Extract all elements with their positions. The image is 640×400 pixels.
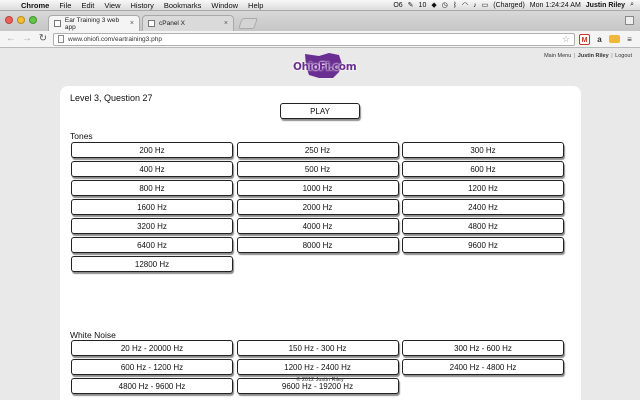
tone-button[interactable]: 1200 Hz: [402, 180, 564, 196]
noise-band-button[interactable]: 2400 Hz - 4800 Hz: [402, 359, 564, 375]
tone-button[interactable]: 250 Hz: [236, 142, 399, 158]
page-footer: © 2012 Justin Riley: [296, 377, 344, 383]
tones-heading: Tones: [70, 131, 93, 141]
tone-button[interactable]: 12800 Hz: [71, 256, 233, 272]
evernote-icon[interactable]: ✎: [408, 1, 414, 9]
question-title: Level 3, Question 27: [70, 93, 153, 103]
battery-icon[interactable]: ▭: [482, 1, 489, 9]
status-o6-label[interactable]: O6: [393, 2, 402, 9]
spotlight-icon[interactable]: ⌕: [630, 1, 634, 9]
tone-button[interactable]: 1000 Hz: [236, 180, 399, 196]
window-controls: [5, 16, 37, 24]
tone-button[interactable]: 300 Hz: [402, 142, 564, 158]
wifi-icon[interactable]: ◠: [462, 1, 468, 9]
noise-band-button[interactable]: 150 Hz - 300 Hz: [236, 340, 399, 356]
menu-view[interactable]: View: [99, 1, 125, 10]
tone-button[interactable]: 600 Hz: [402, 161, 564, 177]
menubar-clock[interactable]: Mon 1:24:24 AM: [530, 2, 581, 9]
main-menu-link[interactable]: Main Menu: [544, 53, 571, 59]
tab-title: Ear Training 3 web app: [64, 16, 120, 31]
zoom-window-button[interactable]: [29, 16, 37, 24]
tone-button[interactable]: 6400 Hz: [71, 237, 233, 253]
menu-history[interactable]: History: [126, 1, 159, 10]
menu-file[interactable]: File: [54, 1, 76, 10]
quiz-card: Level 3, Question 27 PLAY Tones 200 Hz 25…: [60, 86, 581, 400]
menu-edit[interactable]: Edit: [76, 1, 99, 10]
gmail-extension-icon[interactable]: M: [579, 33, 590, 45]
browser-tab-strip: Ear Training 3 web app × cPanel X ×: [0, 11, 640, 31]
status-tray: O6 ✎ 10 ◆ ◷ ᛒ ◠ ♪ ▭ (Charged) Mon 1:24:2…: [393, 1, 640, 9]
tone-button[interactable]: 9600 Hz: [402, 237, 564, 253]
tone-button[interactable]: 500 Hz: [236, 161, 399, 177]
menu-help[interactable]: Help: [243, 1, 268, 10]
address-bar[interactable]: www.ohiofi.com/eartraining3.php ☆: [53, 32, 575, 46]
wrench-menu-icon[interactable]: ≡: [624, 34, 635, 45]
tone-button[interactable]: 8000 Hz: [236, 237, 399, 253]
tones-button-grid: 200 Hz 250 Hz 300 Hz 400 Hz 500 Hz 600 Hz 800 …: [71, 142, 564, 272]
bookmark-star-icon[interactable]: ☆: [562, 34, 570, 45]
bluetooth-icon[interactable]: ᛒ: [453, 2, 457, 9]
nav-separator: |: [611, 53, 613, 59]
volume-icon[interactable]: ♪: [473, 2, 477, 9]
noise-band-button[interactable]: 20 Hz - 20000 Hz: [71, 340, 233, 356]
new-tab-button[interactable]: [237, 18, 259, 29]
noise-band-button[interactable]: 1200 Hz - 2400 Hz: [236, 359, 399, 375]
battery-status-label[interactable]: (Charged): [493, 2, 525, 9]
folder-extension-icon[interactable]: [609, 35, 620, 43]
browser-toolbar: ← → ↻ www.ohiofi.com/eartraining3.php ☆ …: [0, 31, 640, 48]
menu-window[interactable]: Window: [206, 1, 243, 10]
page-icon: [58, 35, 64, 43]
tone-button[interactable]: 3200 Hz: [71, 218, 233, 234]
logo-text: OhioFi.com: [293, 61, 357, 73]
noise-band-button[interactable]: 300 Hz - 600 Hz: [402, 340, 564, 356]
close-tab-icon[interactable]: ×: [224, 20, 228, 27]
tone-button[interactable]: 4800 Hz: [402, 218, 564, 234]
back-arrow-icon[interactable]: ←: [5, 33, 17, 45]
tab-title: cPanel X: [159, 20, 186, 27]
close-tab-icon[interactable]: ×: [130, 20, 134, 27]
calendar-date-label[interactable]: 10: [419, 2, 427, 9]
white-noise-button-grid: 20 Hz - 20000 Hz 150 Hz - 300 Hz 300 Hz - …: [71, 340, 564, 394]
reload-icon[interactable]: ↻: [37, 33, 49, 45]
forward-arrow-icon[interactable]: →: [21, 33, 33, 45]
tone-button[interactable]: 1600 Hz: [71, 199, 233, 215]
dropbox-icon[interactable]: ◆: [431, 1, 436, 9]
page-favicon-icon: [54, 20, 61, 27]
tab-ear-training[interactable]: Ear Training 3 web app ×: [48, 15, 140, 31]
tone-button[interactable]: 2400 Hz: [402, 199, 564, 215]
nav-separator: |: [573, 53, 576, 59]
menu-app-chrome[interactable]: Chrome: [16, 1, 54, 10]
white-noise-heading: White Noise: [70, 330, 116, 340]
page-viewport: OhioFi.com Main Menu | Justin Riley | Lo…: [0, 48, 640, 400]
fullscreen-icon[interactable]: [625, 16, 634, 25]
page-favicon-icon: [148, 20, 155, 27]
logout-link[interactable]: Logout: [615, 53, 632, 59]
close-window-button[interactable]: [5, 16, 13, 24]
tone-button[interactable]: 4000 Hz: [236, 218, 399, 234]
play-button[interactable]: PLAY: [280, 103, 360, 119]
time-machine-icon[interactable]: ◷: [442, 1, 448, 9]
macos-menu-bar: Chrome File Edit View History Bookmarks …: [0, 0, 640, 11]
tone-button[interactable]: 2000 Hz: [236, 199, 399, 215]
tone-button[interactable]: 200 Hz: [71, 142, 233, 158]
site-logo[interactable]: OhioFi.com: [293, 52, 357, 80]
menubar-user[interactable]: Justin Riley: [586, 2, 625, 9]
url-text[interactable]: www.ohiofi.com/eartraining3.php: [68, 36, 562, 43]
noise-band-button[interactable]: 600 Hz - 1200 Hz: [71, 359, 233, 375]
user-nav: Main Menu | Justin Riley | Logout: [544, 53, 632, 59]
minimize-window-button[interactable]: [17, 16, 25, 24]
tone-button[interactable]: 400 Hz: [71, 161, 233, 177]
tone-button[interactable]: 800 Hz: [71, 180, 233, 196]
menu-bookmarks[interactable]: Bookmarks: [159, 1, 207, 10]
tab-cpanel[interactable]: cPanel X ×: [142, 15, 234, 31]
username-link[interactable]: Justin Riley: [578, 53, 609, 59]
amazon-extension-icon[interactable]: a: [594, 34, 605, 45]
